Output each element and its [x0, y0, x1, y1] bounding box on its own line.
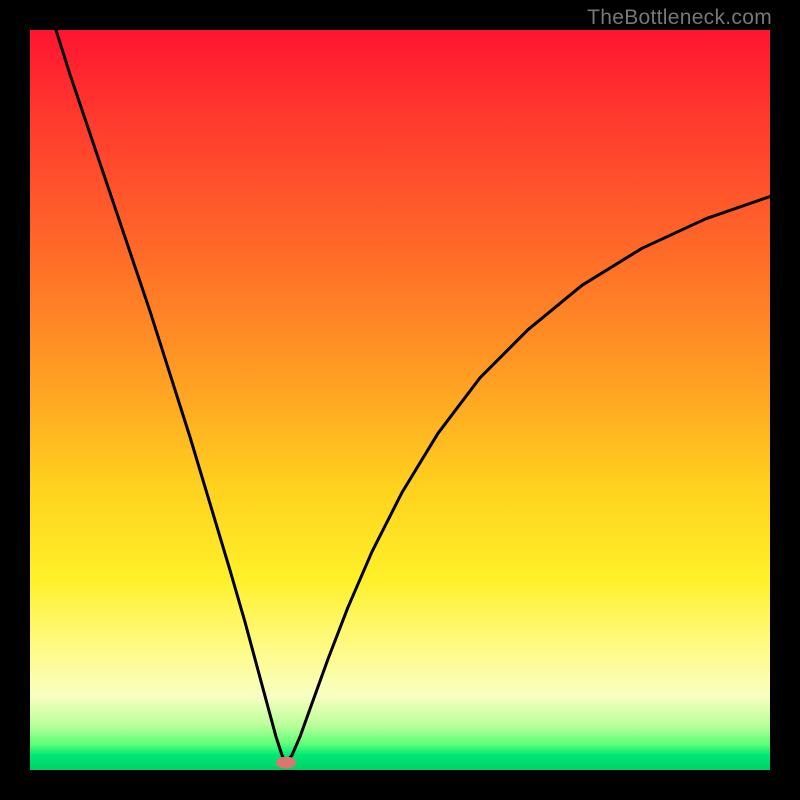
chart-frame: TheBottleneck.com	[0, 0, 800, 800]
bottleneck-curve	[56, 30, 770, 763]
min-marker	[276, 757, 296, 769]
watermark-text: TheBottleneck.com	[587, 6, 772, 30]
plot-area	[30, 30, 770, 770]
curve-svg	[30, 30, 770, 770]
